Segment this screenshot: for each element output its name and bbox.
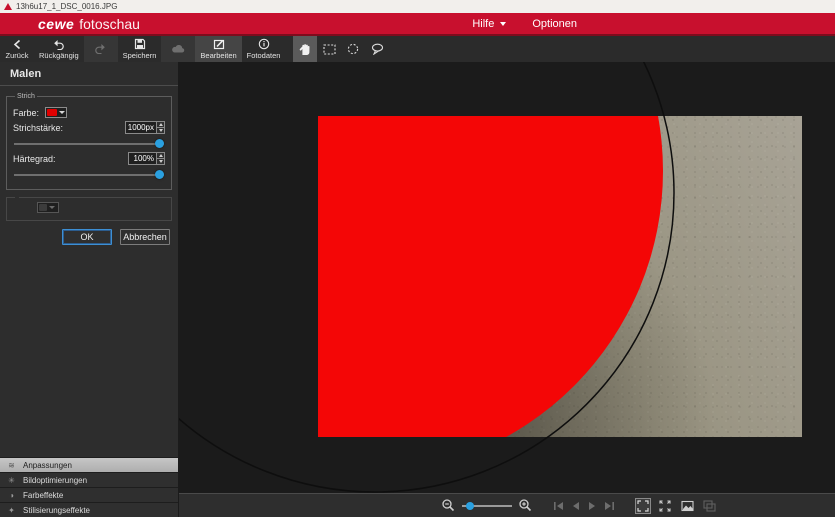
zoom-in-icon[interactable]	[518, 498, 533, 513]
undo-button[interactable]: Rückgängig	[34, 36, 84, 62]
app-icon	[4, 3, 12, 10]
photodata-button[interactable]: Fotodaten	[242, 36, 286, 62]
slider-handle[interactable]	[155, 139, 164, 148]
callout-tool-button[interactable]	[365, 36, 389, 62]
chevron-down-icon	[59, 111, 65, 114]
cewe-logo: cewe fotoschau	[38, 16, 140, 32]
section-farbeffekte[interactable]: ◑ Farbeffekte	[0, 487, 178, 502]
save-button[interactable]: Speichern	[118, 36, 162, 62]
fill-color-dropdown-disabled	[37, 202, 59, 213]
expand-arrows-icon	[659, 500, 671, 512]
paint-overlay	[179, 62, 835, 493]
fill-group-disabled	[6, 197, 172, 221]
zoom-slider[interactable]	[462, 501, 512, 511]
menu-optionen-label: Optionen	[532, 18, 577, 30]
stroke-width-value[interactable]: 1000px	[125, 121, 156, 134]
spin-down-button[interactable]	[157, 127, 164, 133]
compare-view-button	[701, 498, 717, 514]
cloud-icon	[171, 43, 185, 54]
statusbar	[179, 493, 835, 517]
paint-stroke-red	[179, 62, 663, 475]
titlebar: 13h6u17_1_DSC_0016.JPG	[0, 0, 835, 13]
rect-select-tool-button[interactable]	[317, 36, 341, 62]
menu-optionen[interactable]: Optionen	[532, 18, 577, 30]
undo-icon	[52, 39, 65, 50]
image-canvas[interactable]	[179, 62, 835, 493]
spin-down-button[interactable]	[157, 158, 164, 164]
marquee-rect-icon	[323, 44, 336, 55]
next-image-button	[587, 501, 597, 511]
marquee-ellipse-icon	[347, 43, 359, 55]
sparkle-icon: ✳	[7, 476, 16, 485]
upload-button	[161, 36, 195, 62]
previous-image-button	[571, 501, 581, 511]
zoom-out-icon[interactable]	[441, 498, 456, 513]
redo-button	[84, 36, 118, 62]
hardness-slider[interactable]	[14, 170, 164, 180]
fit-to-window-button[interactable]	[635, 498, 651, 514]
chevron-down-icon	[49, 206, 55, 209]
compare-frames-icon	[703, 500, 716, 512]
first-image-button	[553, 501, 565, 511]
hand-tool-button[interactable]	[293, 36, 317, 62]
chevron-down-icon	[500, 22, 506, 26]
original-size-button[interactable]	[679, 498, 695, 514]
hand-icon	[299, 43, 311, 56]
stroke-width-slider[interactable]	[14, 139, 164, 149]
color-swatch	[47, 109, 57, 116]
logo-text-bold: cewe	[38, 16, 74, 32]
ellipse-select-tool-button[interactable]	[341, 36, 365, 62]
back-button[interactable]: Zurück	[0, 36, 34, 62]
stroke-width-label: Strichstärke:	[13, 123, 63, 133]
menu-hilfe-label: Hilfe	[472, 18, 494, 30]
effects-accordion: ≋ Anpassungen ✳ Bildoptimierungen ◑ Farb…	[0, 457, 178, 517]
edit-button[interactable]: Bearbeiten	[195, 36, 241, 62]
info-icon	[258, 38, 270, 50]
save-icon	[134, 38, 146, 50]
window-title: 13h6u17_1_DSC_0016.JPG	[16, 2, 117, 11]
color-picker-dropdown[interactable]	[45, 107, 67, 118]
stroke-group: Strich Farbe: Strichstärke: 1000px Härt	[6, 93, 172, 190]
last-image-button	[603, 501, 615, 511]
toolbar: Zurück Rückgängig Speichern Bearbeiten F…	[0, 36, 835, 62]
color-label: Farbe:	[13, 108, 39, 118]
redo-icon	[94, 43, 107, 54]
edit-icon	[213, 38, 225, 50]
section-bildoptimierungen[interactable]: ✳ Bildoptimierungen	[0, 472, 178, 487]
brand-bar: cewe fotoschau Hilfe Optionen	[0, 13, 835, 36]
sliders-icon: ≋	[7, 461, 16, 470]
panel-title: Malen	[0, 62, 178, 86]
hardness-value[interactable]: 100%	[128, 152, 156, 165]
section-stilisierungseffekte[interactable]: ✦ Stilisierungseffekte	[0, 502, 178, 517]
stroke-width-spinner[interactable]: 1000px	[125, 121, 165, 134]
hardness-spinner[interactable]: 100%	[128, 152, 165, 165]
section-anpassungen[interactable]: ≋ Anpassungen	[0, 457, 178, 472]
slider-handle[interactable]	[155, 170, 164, 179]
brush-icon: ✦	[7, 506, 16, 515]
logo-text-rest: fotoschau	[79, 16, 140, 32]
speech-bubble-icon	[371, 43, 384, 55]
back-arrow-icon	[12, 39, 23, 50]
stroke-group-legend: Strich	[15, 93, 37, 100]
zoom-slider-handle[interactable]	[466, 502, 474, 510]
ok-button[interactable]: OK	[62, 229, 112, 245]
menu-hilfe[interactable]: Hilfe	[472, 18, 506, 30]
fit-frame-icon	[637, 500, 649, 512]
fullscreen-button[interactable]	[657, 498, 673, 514]
palette-icon: ◑	[7, 491, 16, 500]
picture-icon	[681, 500, 694, 512]
hardness-label: Härtegrad:	[13, 154, 56, 164]
cancel-button[interactable]: Abbrechen	[120, 229, 170, 245]
paint-panel: Malen Strich Farbe: Strichstärke: 1000px	[0, 62, 179, 517]
